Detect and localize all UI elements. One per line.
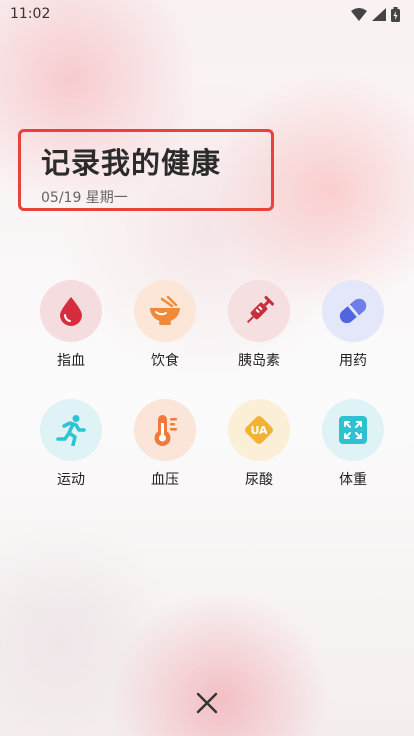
- record-item-insulin[interactable]: 胰岛素: [219, 280, 299, 370]
- page-title: 记录我的健康: [41, 146, 222, 180]
- status-time: 11:02: [10, 6, 51, 22]
- record-item-weight[interactable]: 体重: [313, 399, 393, 489]
- record-item-finger-blood[interactable]: 指血: [31, 280, 111, 370]
- insulin-icon-circle: [228, 280, 290, 342]
- record-item-blood-pressure[interactable]: 血压: [125, 399, 205, 489]
- record-item-label: 运动: [57, 472, 85, 488]
- medication-icon-circle: [322, 280, 384, 342]
- cellular-signal-icon: [372, 7, 386, 21]
- uric-acid-icon-circle: UA: [228, 399, 290, 461]
- record-item-uric-acid[interactable]: UA 尿酸: [219, 399, 299, 489]
- blood-pressure-icon-circle: [134, 399, 196, 461]
- exercise-icon-circle: [40, 399, 102, 461]
- record-item-label: 体重: [339, 472, 367, 488]
- record-item-label: 饮食: [151, 353, 179, 369]
- title-card: 记录我的健康 05/19 星期一: [18, 129, 274, 211]
- blood-pressure-icon: [154, 415, 177, 446]
- close-icon: [196, 692, 218, 714]
- battery-icon: [391, 6, 400, 22]
- diet-icon-circle: [134, 280, 196, 342]
- record-item-label: 胰岛素: [238, 353, 280, 369]
- status-icons: [351, 6, 400, 22]
- record-item-label: 用药: [339, 353, 367, 369]
- wifi-icon: [351, 7, 367, 21]
- pill-icon: [339, 298, 367, 324]
- record-item-label: 指血: [57, 353, 85, 369]
- record-item-label: 尿酸: [245, 472, 273, 488]
- record-item-medication[interactable]: 用药: [313, 280, 393, 370]
- uric-acid-badge-text: UA: [250, 424, 268, 437]
- close-button[interactable]: [192, 688, 222, 718]
- status-bar: 11:02: [0, 0, 414, 28]
- syringe-icon: [246, 295, 275, 324]
- weight-icon-circle: [322, 399, 384, 461]
- scale-icon: [339, 416, 367, 444]
- uric-acid-icon: UA: [245, 416, 273, 444]
- blood-drop-icon: [60, 297, 82, 326]
- date-label: 05/19 星期一: [41, 190, 128, 206]
- record-item-exercise[interactable]: 运动: [31, 399, 111, 489]
- record-item-label: 血压: [151, 472, 179, 488]
- finger-blood-icon-circle: [40, 280, 102, 342]
- food-bowl-icon: [150, 296, 180, 325]
- record-item-diet[interactable]: 饮食: [125, 280, 205, 370]
- running-icon: [56, 415, 86, 446]
